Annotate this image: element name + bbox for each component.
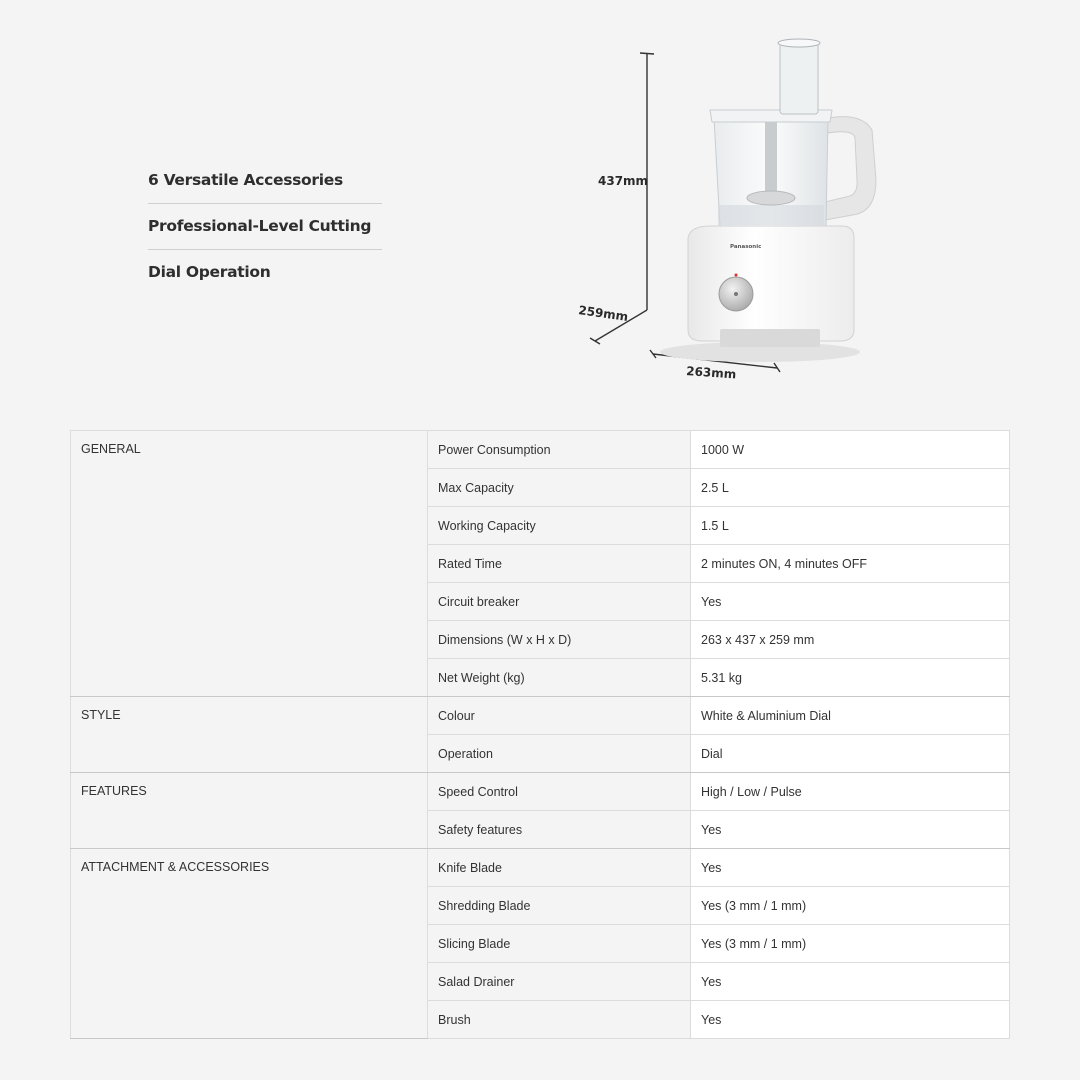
spec-label: Dimensions (W x H x D) [427,620,691,659]
spec-value: 263 x 437 x 259 mm [690,620,1010,659]
spec-label: Shredding Blade [427,886,691,925]
spec-label: Rated Time [427,544,691,583]
feature-item: 6 Versatile Accessories [148,158,382,204]
spec-value: High / Low / Pulse [690,772,1010,811]
width-dimension-label: 263mm [686,364,737,381]
spec-label: Salad Drainer [427,962,691,1001]
spec-value: Yes [690,962,1010,1001]
spec-value: Dial [690,734,1010,773]
spec-value: Yes [690,848,1010,887]
specifications-table: GENERAL Power Consumption 1000 W Max Cap… [70,430,1010,1039]
spec-value: 5.31 kg [690,658,1010,697]
spec-value: 1000 W [690,430,1010,469]
spec-label: Speed Control [427,772,691,811]
spec-value: White & Aluminium Dial [690,696,1010,735]
category-style: STYLE [70,696,428,773]
spec-value: 2.5 L [690,468,1010,507]
spec-value: 2 minutes ON, 4 minutes OFF [690,544,1010,583]
feature-item: Professional-Level Cutting [148,204,382,250]
spec-value: Yes (3 mm / 1 mm) [690,924,1010,963]
spec-label: Working Capacity [427,506,691,545]
spec-label: Operation [427,734,691,773]
spec-label: Brush [427,1000,691,1039]
spec-label: Max Capacity [427,468,691,507]
depth-dimension-label: 259mm [578,303,630,324]
spec-label: Knife Blade [427,848,691,887]
table-row: STYLE Colour White & Aluminium Dial [70,696,1010,773]
brand-logo: Panasonic [730,244,761,250]
food-processor-image: 437mm 259mm 263mm Panasonic [578,38,877,381]
spec-value: Yes [690,810,1010,849]
spec-label: Colour [427,696,691,735]
spec-label: Net Weight (kg) [427,658,691,697]
feature-item: Dial Operation [148,263,271,281]
height-dimension-label: 437mm [598,174,648,188]
spec-value: Yes (3 mm / 1 mm) [690,886,1010,925]
feature-list: 6 Versatile Accessories Professional-Lev… [148,158,382,295]
table-row: FEATURES Speed Control High / Low / Puls… [70,772,1010,849]
table-row: GENERAL Power Consumption 1000 W [70,430,1010,697]
spec-value: 1.5 L [690,506,1010,545]
table-row: ATTACHMENT & ACCESSORIES Knife Blade Yes [70,848,1010,1039]
spec-value: Yes [690,1000,1010,1039]
spec-label: Circuit breaker [427,582,691,621]
motor-base [687,225,855,342]
category-attachments: ATTACHMENT & ACCESSORIES [70,848,428,1039]
spec-label: Safety features [427,810,691,849]
feed-tube [779,41,819,115]
category-features: FEATURES [70,772,428,849]
spec-value: Yes [690,582,1010,621]
spec-label: Power Consumption [427,430,691,469]
spec-label: Slicing Blade [427,924,691,963]
category-general: GENERAL [70,430,428,697]
